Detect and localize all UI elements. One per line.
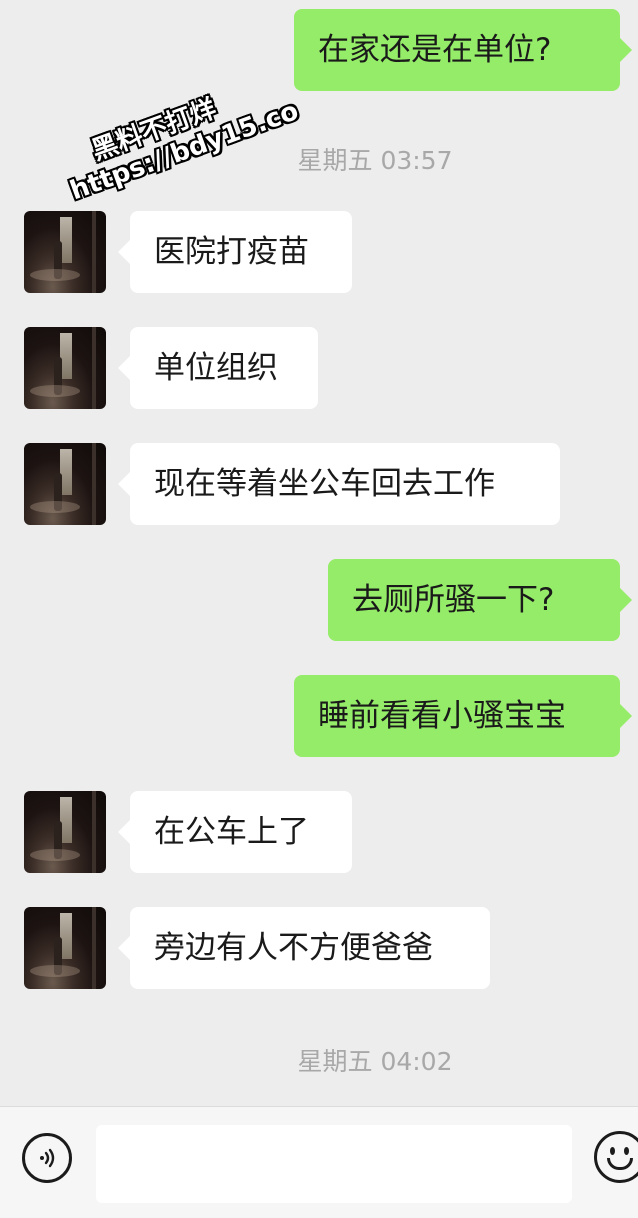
contact-avatar[interactable] [24,443,106,525]
outgoing-message-bubble[interactable]: 睡前看看小骚宝宝 [294,675,632,757]
message-input[interactable] [96,1125,572,1203]
contact-avatar[interactable] [24,211,106,293]
incoming-message-bubble[interactable]: 现在等着坐公车回去工作 [118,443,560,525]
incoming-message-bubble[interactable]: 旁边有人不方便爸爸 [118,907,490,989]
chat-timestamp: 星期五 04:02 [297,1047,453,1076]
chat-timestamp: 星期五 03:57 [297,146,453,175]
voice-wave-icon [40,1148,55,1168]
contact-avatar[interactable] [24,327,106,409]
chat-input-bar [0,1106,638,1218]
emoji-icon[interactable] [594,1131,638,1183]
chat-message-list[interactable]: 在家还是在单位? 星期五 03:57 医院打疫苗 单位组织 现在等着坐公车回去工… [0,0,638,1106]
incoming-message-bubble[interactable]: 医院打疫苗 [118,211,352,293]
outgoing-message-bubble[interactable]: 去厕所骚一下? [328,559,632,641]
contact-avatar[interactable] [24,791,106,873]
incoming-message-bubble[interactable]: 单位组织 [118,327,318,409]
contact-avatar[interactable] [24,907,106,989]
outgoing-message-bubble[interactable]: 在家还是在单位? [294,9,632,91]
incoming-message-bubble[interactable]: 在公车上了 [118,791,352,873]
voice-icon[interactable] [22,1133,72,1183]
watermark: 黑料不打烊 https://bdy15.co [56,68,302,206]
